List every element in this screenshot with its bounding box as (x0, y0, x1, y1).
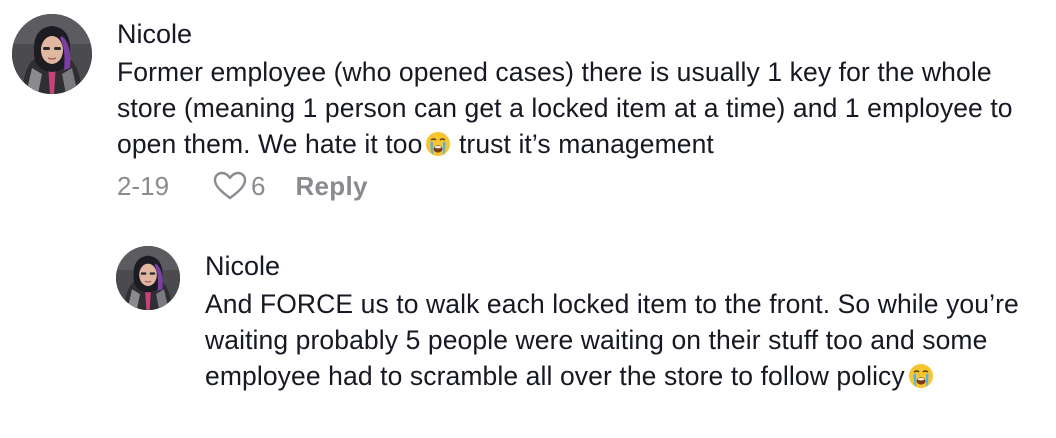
reply-button[interactable]: Reply (295, 171, 367, 202)
comment-body: Nicole Former employee (who opened cases… (117, 14, 1048, 204)
comment-username[interactable]: Nicole (205, 246, 1048, 286)
loudly-crying-face-emoji (426, 132, 451, 156)
avatar[interactable] (116, 246, 180, 310)
avatar[interactable] (12, 14, 92, 94)
comment-meta: 2-19 6 Reply (117, 168, 1048, 204)
heart-icon (213, 171, 247, 200)
comment-text: And FORCE us to walk each locked item to… (205, 286, 1048, 394)
comment-date: 2-19 (117, 170, 170, 201)
comment-text-tail: trust it’s management (451, 129, 714, 159)
loudly-crying-face-emoji (908, 364, 933, 388)
like-button[interactable]: 6 (213, 171, 295, 202)
comment-username[interactable]: Nicole (117, 14, 1048, 54)
comment-text: Former employee (who opened cases) there… (117, 54, 1048, 162)
avatar-image (12, 14, 92, 94)
comment-body: Nicole And FORCE us to walk each locked … (205, 246, 1048, 394)
like-count: 6 (251, 170, 266, 201)
comment-text-main: And FORCE us to walk each locked item to… (205, 289, 1019, 391)
avatar-image (116, 246, 180, 310)
